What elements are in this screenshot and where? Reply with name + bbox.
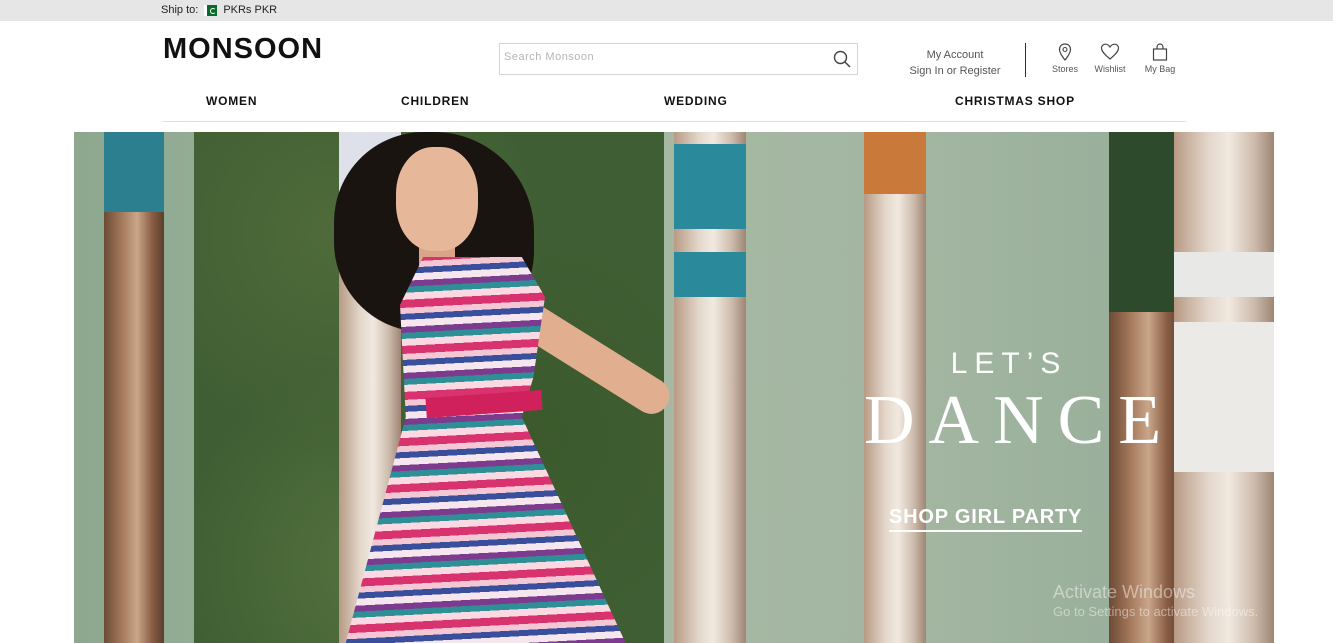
hero-headline: LET’S DANCE <box>864 347 1176 459</box>
nav-item-wedding[interactable]: WEDDING <box>664 94 728 108</box>
wishlist-button[interactable]: Wishlist <box>1090 43 1130 74</box>
nav-item-christmas-shop[interactable]: CHRISTMAS SHOP <box>955 94 1075 108</box>
activate-windows-watermark: Activate Windows Go to Settings to activ… <box>1053 582 1258 622</box>
search-box <box>499 43 858 75</box>
hero-banner[interactable]: LET’S DANCE SHOP GIRL PARTY <box>74 132 1274 643</box>
currency-label: PKRs PKR <box>223 4 278 16</box>
shop-girl-party-link[interactable]: SHOP GIRL PARTY <box>889 506 1083 532</box>
top-bar: Ship to: PKRs PKR <box>0 0 1333 21</box>
nav-item-children[interactable]: CHILDREN <box>401 94 469 108</box>
birch-trunk <box>674 132 746 643</box>
wishlist-label: Wishlist <box>1094 64 1126 74</box>
monsoon-logo[interactable]: MONSOON <box>163 33 323 66</box>
account-link[interactable]: My Account Sign In or Register <box>900 47 1010 79</box>
divider <box>1025 43 1026 77</box>
hero-line-2: DANCE <box>864 382 1176 459</box>
girl-face <box>396 147 478 251</box>
search-icon[interactable] <box>833 50 851 68</box>
my-account-label: My Account <box>926 49 984 61</box>
bag-button[interactable]: My Bag <box>1140 43 1180 74</box>
ship-to[interactable]: Ship to: PKRs PKR <box>161 4 277 16</box>
ship-to-label: Ship to: <box>161 4 199 16</box>
tree-trunk <box>104 132 164 643</box>
search-input[interactable] <box>504 51 824 63</box>
nav-item-women[interactable]: WOMEN <box>206 94 257 108</box>
stores-label: Stores <box>1051 64 1078 74</box>
pakistan-flag-icon <box>204 4 218 16</box>
watermark-title: Activate Windows <box>1053 582 1196 602</box>
location-pin-icon <box>1058 43 1072 61</box>
main-nav: WOMEN CHILDREN WEDDING CHRISTMAS SHOP <box>162 92 1186 122</box>
bag-label: My Bag <box>1144 64 1176 74</box>
shopping-bag-icon <box>1152 43 1168 61</box>
sign-in-link[interactable]: Sign In or Register <box>900 63 1010 79</box>
heart-icon <box>1100 43 1120 60</box>
hero-line-1: LET’S <box>950 347 1068 380</box>
birch-trunk <box>1174 132 1274 643</box>
watermark-subtitle: Go to Settings to activate Windows. <box>1053 604 1259 619</box>
stores-button[interactable]: Stores <box>1047 43 1083 74</box>
